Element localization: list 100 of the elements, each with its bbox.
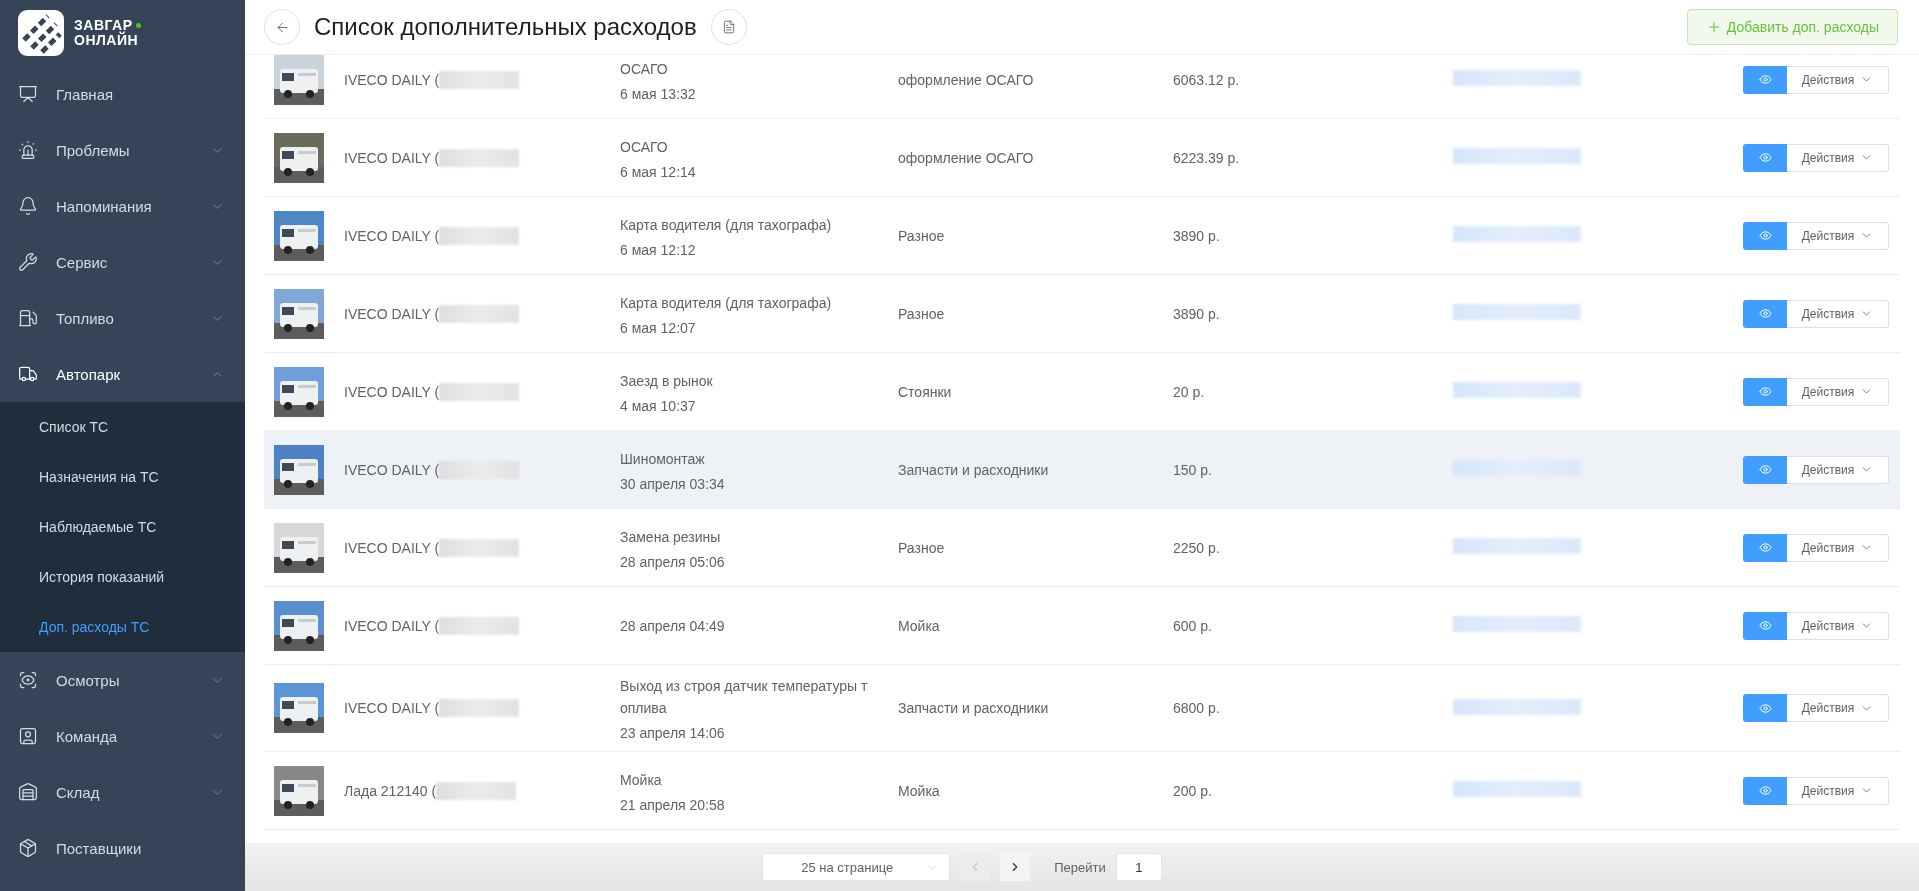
table-row[interactable]: IVECO DAILY ( Шиномонтаж 30 апреля 03:34 Запчасти и расходники 150 р. Действия [264, 431, 1900, 509]
back-button[interactable] [264, 9, 300, 45]
page-size-select[interactable]: 25 на странице [762, 853, 951, 881]
expense-amount: 200 р. [1173, 782, 1213, 799]
view-button[interactable] [1743, 299, 1787, 328]
actions-dropdown[interactable]: Действия [1787, 533, 1889, 562]
submenu-item[interactable]: Список ТС [0, 402, 245, 452]
actions-dropdown[interactable]: Действия [1787, 776, 1889, 805]
sidebar-item[interactable]: Напоминания [0, 178, 245, 234]
logo-dot-icon [135, 23, 141, 28]
eye-icon [1758, 541, 1772, 554]
submenu-item[interactable]: История показаний [0, 552, 245, 602]
sidebar-item[interactable]: Поставщики [0, 820, 245, 876]
expense-date: 23 апреля 14:06 [620, 725, 726, 741]
expense-date: 6 мая 12:14 [620, 163, 697, 180]
expense-date: 30 апреля 03:34 [620, 475, 726, 492]
expense-category: Стоянки [898, 383, 953, 400]
eye-icon [1758, 307, 1772, 320]
expense-category: Разное [898, 305, 946, 322]
sidebar-item[interactable]: Склад [0, 764, 245, 820]
sidebar-item[interactable]: Сервис [0, 234, 245, 290]
view-button[interactable] [1743, 65, 1787, 94]
view-button[interactable] [1743, 377, 1787, 406]
expense-amount: 2250 р. [1173, 539, 1221, 556]
user-card-icon [18, 726, 38, 746]
expense-category: Мойка [898, 617, 941, 634]
vehicle-name: IVECO DAILY ( [344, 539, 440, 556]
expense-amount: 3890 р. [1173, 227, 1221, 244]
expense-amount: 150 р. [1173, 461, 1213, 478]
expense-title: Заезд в рынок [620, 371, 714, 391]
eye-icon [1758, 73, 1772, 86]
view-button[interactable] [1743, 221, 1787, 250]
actions-dropdown[interactable]: Действия [1787, 65, 1889, 94]
next-page-button[interactable] [1000, 853, 1031, 881]
sidebar-item[interactable]: Автопарк [0, 346, 245, 402]
goto-page-field[interactable]: 1 [1115, 853, 1162, 881]
expense-amount: 20 р. [1173, 383, 1206, 400]
sidebar-item[interactable]: Топливо [0, 290, 245, 346]
presentation-icon [18, 84, 38, 104]
eye-icon [1758, 784, 1772, 797]
expense-title: ОСАГО [620, 59, 669, 79]
submenu-item[interactable]: Доп. расходы ТС [0, 602, 245, 652]
document-button[interactable] [710, 9, 747, 45]
submenu-item[interactable]: Наблюдаемые ТС [0, 502, 245, 552]
expense-date: 6 мая 12:07 [620, 319, 697, 336]
expense-amount: 6800 р. [1173, 700, 1221, 716]
expense-date: 4 мая 10:37 [620, 397, 697, 414]
bell-icon [18, 196, 38, 216]
expense-title: Шиномонтаж [620, 449, 706, 469]
sidebar-item[interactable]: Осмотры [0, 652, 245, 708]
expense-category: Запчасти и расходники [898, 700, 1050, 716]
expense-date: 28 апреля 04:49 [620, 617, 726, 634]
expense-category: Разное [898, 539, 946, 556]
actions-dropdown[interactable]: Действия [1787, 221, 1889, 250]
vehicle-name: IVECO DAILY ( [344, 149, 440, 166]
vehicle-name: IVECO DAILY ( [344, 71, 440, 88]
page-title: Список дополнительных расходов [314, 13, 697, 41]
expense-title: Карта водителя (для тахографа) [620, 293, 833, 313]
sidebar-item[interactable]: Главная [0, 66, 245, 122]
view-button[interactable] [1743, 533, 1787, 562]
actions-dropdown[interactable]: Действия [1787, 611, 1889, 640]
expense-category: оформление ОСАГО [898, 71, 1035, 88]
eye-icon [1758, 229, 1772, 242]
truck-icon [18, 364, 38, 384]
actions-dropdown[interactable]: Действия [1787, 694, 1889, 722]
actions-dropdown[interactable]: Действия [1787, 299, 1889, 328]
document-icon [721, 20, 736, 34]
expense-title: Мойка [620, 770, 663, 790]
actions-dropdown[interactable]: Действия [1787, 143, 1889, 172]
goto-label: Перейти [1054, 859, 1106, 875]
vehicle-name: IVECO DAILY ( [344, 700, 440, 716]
expense-date: 28 апреля 05:06 [620, 553, 726, 570]
wrench-icon [18, 252, 38, 272]
submenu-item[interactable]: Назначения на ТС [0, 452, 245, 502]
view-button[interactable] [1743, 776, 1787, 805]
logo-text: ЗАВГАР [74, 18, 133, 33]
expense-title: Замена резины [620, 527, 722, 547]
expense-category: Запчасти и расходники [898, 461, 1050, 478]
actions-dropdown[interactable]: Действия [1787, 455, 1889, 484]
view-button[interactable] [1743, 694, 1787, 722]
expense-amount: 6063.12 р. [1173, 71, 1241, 88]
sidebar-item[interactable]: Команда [0, 708, 245, 764]
expense-category: оформление ОСАГО [898, 149, 1035, 166]
siren-icon [18, 140, 38, 160]
sidebar-item[interactable]: Проблемы [0, 122, 245, 178]
view-button[interactable] [1743, 143, 1787, 172]
view-button[interactable] [1743, 611, 1787, 640]
expense-date: 6 мая 12:12 [620, 241, 697, 258]
table-row[interactable]: IVECO DAILY ( ОСАГО 6 мая 13:32 оформление ОСАГО 6063.12 р. Действия [264, 55, 1900, 119]
view-button[interactable] [1743, 455, 1787, 484]
logo-text: ОНЛАЙН [74, 33, 140, 48]
vehicle-name: Лада 212140 ( [344, 782, 437, 799]
eye-icon [1758, 385, 1772, 398]
eye-icon [1758, 463, 1772, 476]
vehicle-name: IVECO DAILY ( [344, 383, 440, 400]
expense-title: ОСАГО [620, 137, 669, 157]
vehicle-name: IVECO DAILY ( [344, 617, 440, 634]
actions-dropdown[interactable]: Действия [1787, 377, 1889, 406]
expense-amount: 600 р. [1173, 617, 1213, 634]
expense-date: 21 апреля 20:58 [620, 796, 726, 813]
